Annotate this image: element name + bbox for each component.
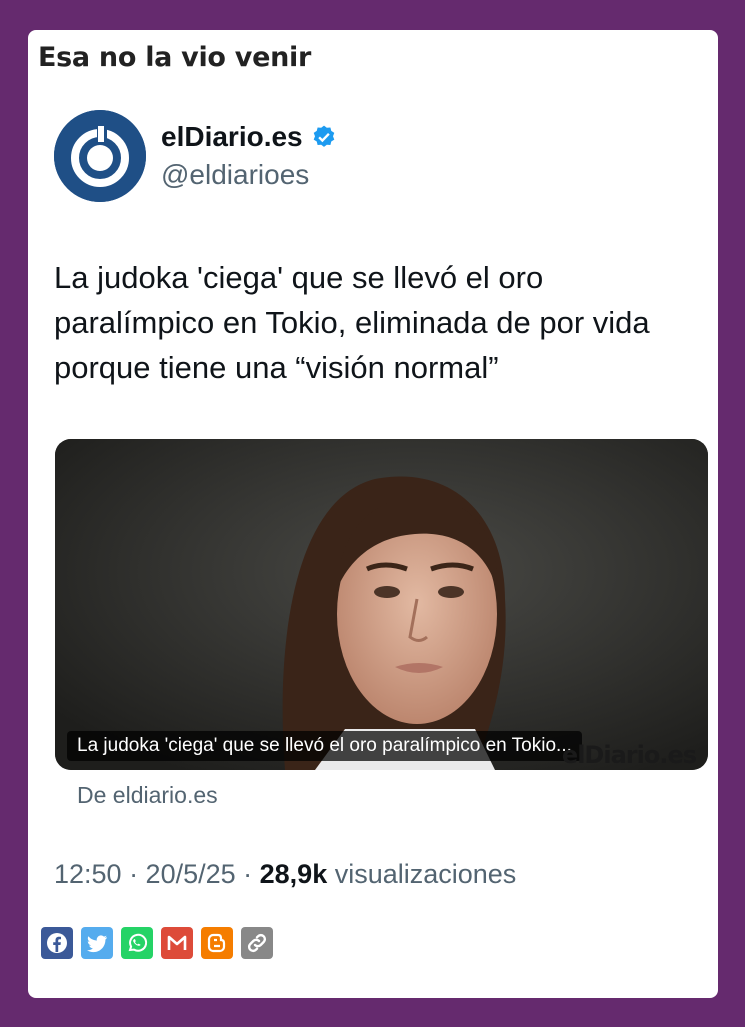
account-name-label: elDiario.es	[161, 121, 303, 152]
tweet-meta: 12:50 · 20/5/25 · 28,9k visualizaciones	[54, 859, 516, 890]
media-card[interactable]: La judoka 'ciega' que se llevó el oro pa…	[55, 439, 708, 770]
gmail-icon	[167, 935, 187, 950]
post-card: Esa no la vio venir elDiario.es @eldiari…	[28, 30, 718, 998]
source-link[interactable]: De eldiario.es	[77, 782, 218, 809]
blogger-icon	[207, 933, 226, 953]
twitter-icon	[87, 935, 107, 953]
share-bar	[41, 927, 273, 959]
views-count: 28,9k	[259, 859, 328, 889]
facebook-icon	[47, 933, 67, 953]
article-photo	[55, 439, 708, 770]
tweet-text: La judoka 'ciega' que se llevó el oro pa…	[54, 260, 650, 385]
twitter-share-button[interactable]	[81, 927, 113, 959]
whatsapp-share-button[interactable]	[121, 927, 153, 959]
views-label: visualizaciones	[327, 859, 517, 889]
post-title: Esa no la vio venir	[38, 42, 311, 73]
link-icon	[247, 933, 267, 953]
account-name[interactable]: elDiario.es	[161, 121, 337, 153]
eldiario-logo-icon	[54, 110, 146, 202]
media-logo: elDiario.es	[561, 741, 697, 769]
media-caption: La judoka 'ciega' que se llevó el oro pa…	[67, 731, 582, 761]
copy-link-share-button[interactable]	[241, 927, 273, 959]
whatsapp-icon	[128, 933, 148, 952]
avatar[interactable]	[54, 110, 146, 202]
verified-badge-icon	[311, 124, 337, 150]
gmail-share-button[interactable]	[161, 927, 193, 959]
tweet-timestamp[interactable]: 12:50 · 20/5/25 ·	[54, 859, 260, 889]
account-handle[interactable]: @eldiarioes	[161, 159, 309, 191]
facebook-share-button[interactable]	[41, 927, 73, 959]
blogger-share-button[interactable]	[201, 927, 233, 959]
